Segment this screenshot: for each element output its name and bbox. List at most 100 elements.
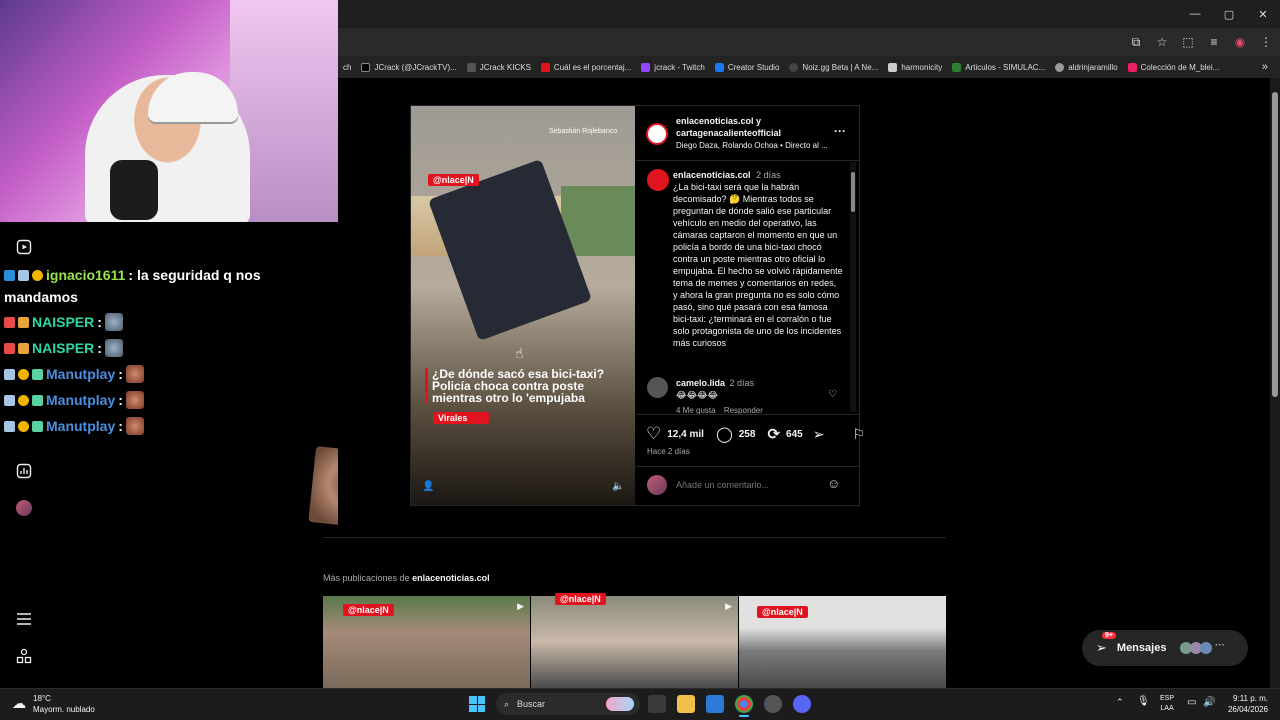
facebook-logo-icon bbox=[714, 62, 724, 72]
chat-badge-icon bbox=[18, 316, 29, 328]
clock[interactable]: 9:11 p. m. 26/04/2026 bbox=[1222, 693, 1268, 715]
chat-message: NAISPER : bbox=[4, 335, 123, 361]
message-avatar bbox=[1200, 642, 1212, 654]
menu-icon[interactable] bbox=[15, 610, 33, 628]
messages-button[interactable]: ➢ 9+ Mensajes ··· bbox=[1082, 630, 1248, 666]
caption-avatar[interactable] bbox=[647, 169, 669, 191]
bookmark-item[interactable]: Creator Studio bbox=[710, 62, 785, 72]
network-icon[interactable]: ▭ bbox=[1187, 697, 1196, 708]
more-posts-account[interactable]: enlacenoticias.col bbox=[412, 573, 490, 583]
s-logo-icon bbox=[540, 62, 550, 72]
bookmark-star-icon[interactable]: ☆ bbox=[1154, 35, 1170, 49]
messages-label: Mensajes bbox=[1116, 642, 1167, 654]
volume-icon[interactable]: 🔊 bbox=[1203, 697, 1215, 708]
video-mute-icon[interactable]: 🔈 bbox=[612, 481, 624, 492]
cast-icon[interactable]: ⧉ bbox=[1128, 35, 1144, 50]
clock-date: 26/04/2026 bbox=[1227, 705, 1268, 714]
file-explorer-icon[interactable] bbox=[677, 695, 695, 713]
emoji-icon[interactable]: ☺ bbox=[827, 476, 840, 491]
comment-icon[interactable]: ◯ bbox=[716, 425, 733, 443]
divider bbox=[636, 414, 859, 415]
post-more-options-icon[interactable]: ··· bbox=[834, 124, 846, 138]
caption-user[interactable]: enlacenoticias.col bbox=[673, 170, 751, 180]
messages-badge: 9+ bbox=[1102, 632, 1116, 639]
author-avatar[interactable] bbox=[646, 123, 668, 145]
comment-like-icon[interactable]: ♡ bbox=[828, 389, 837, 400]
repost-icon[interactable]: ⟳ bbox=[767, 425, 780, 443]
browser-toolbar: ⧉ ☆ ⬚ ≡ ◉ ⋮ bbox=[1128, 28, 1274, 56]
comments-count: 258 bbox=[738, 428, 756, 440]
language-indicator[interactable]: ESP LAA bbox=[1160, 694, 1174, 714]
more-post-thumbnail[interactable]: @nlace|N ▶ bbox=[531, 593, 738, 688]
post-subtitle[interactable]: Diego Daza, Rolando Ochoa • Directo al .… bbox=[676, 140, 836, 152]
minimize-button[interactable]: — bbox=[1178, 0, 1212, 28]
chat-message: NAISPER : bbox=[4, 309, 123, 335]
bookmark-item[interactable]: harmonicity bbox=[883, 62, 947, 72]
video-headline: ¿De dónde sacó esa bici-taxi? Policía ch… bbox=[425, 368, 625, 404]
post-time: Hace 2 días bbox=[647, 447, 690, 456]
chat-badge-icon bbox=[4, 368, 15, 380]
chat-message-continuation: mandamos bbox=[4, 284, 78, 310]
bookmark-item[interactable]: jcrack - Twitch bbox=[636, 62, 710, 72]
chat-username: Manutplay bbox=[46, 366, 116, 382]
microphone-icon[interactable]: 🎙 bbox=[1137, 696, 1150, 707]
obs-icon[interactable] bbox=[764, 695, 782, 713]
browser-menu-icon[interactable]: ⋮ bbox=[1258, 35, 1274, 49]
comment-user[interactable]: camelo.lida bbox=[676, 378, 725, 388]
discord-icon[interactable] bbox=[793, 695, 811, 713]
add-comment-input[interactable] bbox=[676, 478, 816, 492]
likes-count[interactable]: 12,4 mil bbox=[667, 429, 704, 440]
reels-icon[interactable] bbox=[15, 238, 33, 256]
profile-icon[interactable]: ◉ bbox=[1232, 35, 1248, 49]
clock-time: 9:11 p. m. bbox=[1233, 694, 1268, 703]
tray-overflow-icon[interactable]: ⌃ bbox=[1116, 697, 1124, 708]
bookmark-item[interactable]: Articulos - SIMULAC... bbox=[947, 62, 1050, 72]
chat-emote-icon bbox=[125, 417, 144, 435]
media-control-icon[interactable]: ≡ bbox=[1206, 35, 1222, 49]
mail-icon[interactable] bbox=[706, 695, 724, 713]
like-icon[interactable]: ♡ bbox=[646, 424, 661, 444]
x-logo-icon bbox=[361, 62, 371, 72]
windows-taskbar bbox=[0, 688, 1280, 720]
post-authors[interactable]: enlacenoticias.col y cartagenacalienteof… bbox=[676, 115, 821, 139]
bookmarks-overflow-button[interactable]: » bbox=[1257, 61, 1280, 73]
task-view-icon[interactable] bbox=[648, 695, 666, 713]
insights-icon[interactable] bbox=[15, 462, 33, 480]
kick-logo-icon bbox=[466, 62, 476, 72]
apps-grid-icon[interactable] bbox=[15, 647, 33, 665]
bookmark-item[interactable]: Noiz.gg Beta | A Ne... bbox=[784, 62, 883, 72]
comments-scrollbar-thumb[interactable] bbox=[851, 172, 855, 212]
bookmark-item[interactable]: Colección de M_blei... bbox=[1123, 62, 1225, 72]
comment-avatar[interactable] bbox=[647, 377, 668, 398]
bookmark-item[interactable]: JCrack KICKS bbox=[462, 62, 536, 72]
keyboard-layout: LAA bbox=[1160, 705, 1174, 712]
bookmark-item[interactable]: aldrinjaramillo bbox=[1050, 62, 1122, 72]
bookmark-item[interactable]: Cuál es el porcentaj... bbox=[536, 62, 636, 72]
windows-start-icon[interactable] bbox=[469, 696, 485, 712]
page-scrollbar-thumb[interactable] bbox=[1272, 92, 1278, 397]
maximize-button[interactable]: ▢ bbox=[1212, 0, 1246, 28]
more-post-thumbnail[interactable]: @nlace|N bbox=[739, 596, 946, 688]
chat-username: NAISPER bbox=[32, 314, 95, 330]
weather-icon[interactable]: ☁ bbox=[12, 695, 26, 712]
save-icon[interactable]: ⚐ bbox=[852, 426, 865, 443]
video-tagged-people-icon[interactable]: 👤 bbox=[422, 481, 434, 492]
drive-logo-icon bbox=[952, 62, 962, 72]
close-button[interactable]: ✕ bbox=[1246, 0, 1280, 28]
more-posts-title: Más publicaciones de enlacenoticias.col bbox=[323, 573, 490, 583]
post-stats: ♡ 12,4 mil ◯ 258 ⟳ 645 ➢ ⚐ bbox=[646, 424, 865, 444]
share-icon[interactable]: ➢ bbox=[813, 426, 825, 443]
more-post-thumbnail[interactable]: @nlace|N ▶ bbox=[323, 596, 530, 688]
chrome-icon[interactable] bbox=[735, 695, 753, 713]
chat-message: Manutplay : bbox=[4, 387, 144, 413]
bookmark-item[interactable]: JCrack (@JCrackTV)... bbox=[356, 62, 461, 72]
weather-widget[interactable]: 18°C Mayorm. nublado bbox=[33, 693, 95, 715]
bookmark-item[interactable]: ch bbox=[338, 63, 356, 72]
profile-avatar-icon[interactable] bbox=[16, 500, 32, 516]
extensions-icon[interactable]: ⬚ bbox=[1180, 35, 1196, 49]
chat-message: Manutplay : bbox=[4, 361, 144, 387]
chat-message: Manutplay : bbox=[4, 413, 144, 439]
webcam-overlay bbox=[0, 0, 338, 222]
chat-text: mandamos bbox=[4, 289, 78, 305]
taskbar-search[interactable]: ⌕ Buscar bbox=[496, 693, 640, 715]
